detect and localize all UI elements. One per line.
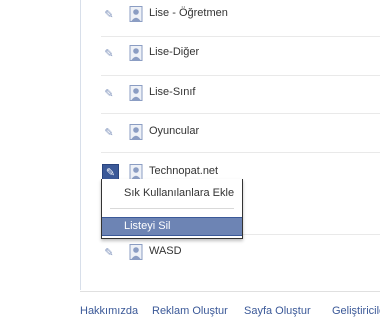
list-name[interactable]: Technopat.net xyxy=(149,165,218,177)
person-icon xyxy=(129,164,143,180)
pencil-icon[interactable]: ✎ xyxy=(101,85,117,101)
delete-list-menu-item[interactable]: Listeyi Sil xyxy=(102,217,242,236)
menu-divider xyxy=(110,208,234,209)
list-name[interactable]: Lise-Sınıf xyxy=(149,86,195,98)
person-icon xyxy=(129,6,143,22)
list-name[interactable]: Lise-Diğer xyxy=(149,46,199,58)
footer-about-link[interactable]: Hakkımızda xyxy=(80,305,138,317)
pencil-icon[interactable]: ✎ xyxy=(101,244,117,260)
list-name[interactable]: Oyuncular xyxy=(149,125,199,137)
footer-create-ad-link[interactable]: Reklam Oluştur xyxy=(152,305,228,317)
footer-divider xyxy=(80,291,380,292)
footer-create-page-link[interactable]: Sayfa Oluştur xyxy=(244,305,311,317)
list-name[interactable]: Lise - Öğretmen xyxy=(149,7,228,19)
friend-list-item[interactable]: ✎ Oyuncular xyxy=(101,124,380,162)
person-icon xyxy=(129,45,143,61)
pencil-icon[interactable]: ✎ xyxy=(101,6,117,22)
pencil-icon[interactable]: ✎ xyxy=(101,124,117,140)
person-icon xyxy=(129,124,143,140)
add-to-favorites-menu-item[interactable]: Sık Kullanılanlara Ekle xyxy=(102,185,242,202)
menu-item-label: Listeyi Sil xyxy=(124,220,171,232)
friend-list-item[interactable]: ✎ Lise - Öğretmen xyxy=(101,6,380,44)
list-name[interactable]: WASD xyxy=(149,245,182,257)
person-icon xyxy=(129,85,143,101)
menu-item-label: Sık Kullanılanlara Ekle xyxy=(124,187,235,199)
content-left-border xyxy=(80,0,81,290)
pencil-icon[interactable]: ✎ xyxy=(101,45,117,61)
person-icon xyxy=(129,244,143,260)
footer-developers-link[interactable]: Geliştiriciler xyxy=(332,305,380,317)
list-context-menu: Sık Kullanılanlara Ekle Listeyi Sil xyxy=(101,179,243,239)
friend-list-item[interactable]: ✎ WASD xyxy=(101,244,380,282)
friend-list-item[interactable]: ✎ Lise-Sınıf xyxy=(101,85,380,123)
friend-list-item[interactable]: ✎ Lise-Diğer xyxy=(101,45,380,83)
